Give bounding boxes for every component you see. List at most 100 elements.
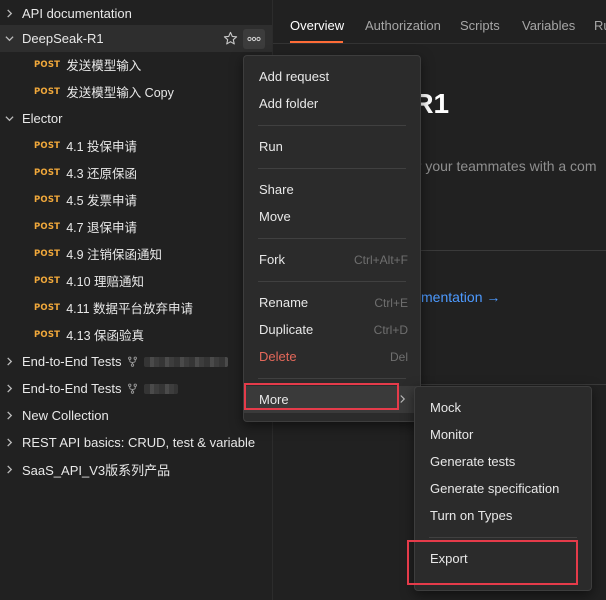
chevron-right-icon[interactable]	[4, 9, 14, 19]
menu-item-label: Generate tests	[430, 454, 516, 469]
menu-item-label: Rename	[259, 295, 309, 310]
collection-api-documentation[interactable]: API documentation	[0, 0, 272, 27]
collection-rest-api-basics[interactable]: REST API basics: CRUD, test & variable	[0, 429, 272, 456]
method-badge: POST	[34, 302, 61, 313]
chevron-right-icon[interactable]	[4, 465, 14, 475]
collection-end-to-end-tests[interactable]: End-to-End Tests	[0, 375, 272, 402]
chevron-right-icon[interactable]	[4, 438, 14, 448]
menu-separator	[258, 378, 406, 379]
menu-item-run[interactable]: Run	[244, 133, 420, 160]
collection-label: New Collection	[22, 408, 109, 423]
menu-separator	[258, 281, 406, 282]
submenu-item-export[interactable]: Export	[415, 545, 591, 572]
request-item[interactable]: POST 发送模型输入 Copy	[0, 78, 272, 105]
menu-separator	[258, 168, 406, 169]
menu-item-label: Turn on Types	[430, 508, 513, 523]
menu-item-more[interactable]: More	[244, 386, 420, 413]
menu-separator	[258, 125, 406, 126]
menu-separator	[429, 537, 577, 538]
collection-label: API documentation	[22, 6, 132, 21]
tab-variables[interactable]: Variables	[522, 18, 575, 33]
menu-item-duplicate[interactable]: Duplicate Ctrl+D	[244, 316, 420, 343]
tab-runs[interactable]: Ru	[594, 18, 606, 33]
request-item[interactable]: POST 4.13 保函验真	[0, 321, 272, 348]
request-item[interactable]: POST 4.7 退保申请	[0, 213, 272, 240]
shortcut-hint: Ctrl+Alt+F	[353, 252, 408, 267]
menu-item-label: More	[259, 392, 289, 407]
menu-item-add-request[interactable]: Add request	[244, 63, 420, 90]
redacted-text	[144, 383, 179, 394]
collection-label: REST API basics: CRUD, test & variable	[22, 435, 256, 450]
request-item[interactable]: POST 4.3 还原保函	[0, 159, 272, 186]
request-item[interactable]: POST 4.1 投保申请	[0, 132, 272, 159]
menu-separator	[258, 238, 406, 239]
fork-icon	[127, 356, 138, 367]
request-label: 4.1 投保申请	[66, 140, 138, 154]
shortcut-hint: Ctrl+E	[374, 295, 408, 310]
ellipsis-icon	[247, 36, 261, 42]
collection-label: End-to-End Tests	[22, 381, 122, 396]
submenu-item-generate-specification[interactable]: Generate specification	[415, 475, 591, 502]
method-badge: POST	[34, 194, 61, 205]
menu-item-share[interactable]: Share	[244, 176, 420, 203]
menu-item-move[interactable]: Move	[244, 203, 420, 230]
menu-item-label: Run	[259, 139, 283, 154]
menu-item-label: Export	[430, 551, 468, 566]
menu-item-label: Share	[259, 182, 294, 197]
collection-new-collection[interactable]: New Collection	[0, 402, 272, 429]
active-tab-indicator	[290, 41, 343, 43]
tab-authorization[interactable]: Authorization	[365, 18, 441, 33]
request-label: 4.11 数据平台放弃申请	[66, 302, 194, 316]
folder-elector[interactable]: Elector	[0, 105, 272, 132]
star-icon[interactable]	[223, 31, 238, 49]
chevron-right-icon[interactable]	[4, 411, 14, 421]
request-label: 4.7 退保申请	[66, 221, 138, 235]
shortcut-hint: Del	[389, 349, 408, 364]
chevron-down-icon[interactable]	[4, 114, 14, 124]
tab-scripts[interactable]: Scripts	[460, 18, 500, 33]
submenu-item-turn-on-types[interactable]: Turn on Types	[415, 502, 591, 529]
menu-item-label: Delete	[259, 349, 297, 364]
method-badge: POST	[34, 86, 61, 97]
request-item[interactable]: POST 发送模型输入	[0, 51, 272, 78]
submenu-item-generate-tests[interactable]: Generate tests	[415, 448, 591, 475]
submenu-item-monitor[interactable]: Monitor	[415, 421, 591, 448]
menu-item-label: Add request	[259, 69, 330, 84]
chevron-right-icon[interactable]	[4, 357, 14, 367]
collection-label: End-to-End Tests	[22, 354, 122, 369]
request-item[interactable]: POST 4.9 注销保函通知	[0, 240, 272, 267]
redacted-text	[144, 356, 229, 367]
request-item[interactable]: POST 4.5 发票申请	[0, 186, 272, 213]
request-label: 4.9 注销保函通知	[66, 248, 163, 262]
menu-item-delete[interactable]: Delete Del	[244, 343, 420, 370]
collection-description[interactable]: or your teammates with a com	[409, 158, 597, 174]
method-badge: POST	[34, 275, 61, 286]
request-label: 发送模型输入 Copy	[66, 86, 174, 100]
collection-label: SaaS_API_V3版系列产品	[22, 463, 171, 478]
collection-deepseak-r1[interactable]: DeepSeak-R1	[0, 25, 272, 52]
menu-item-label: Mock	[430, 400, 462, 415]
menu-item-add-folder[interactable]: Add folder	[244, 90, 420, 117]
chevron-down-icon[interactable]	[4, 34, 14, 44]
request-item[interactable]: POST 4.11 数据平台放弃申请	[0, 294, 272, 321]
submenu-item-mock[interactable]: Mock	[415, 394, 591, 421]
fork-icon	[127, 383, 138, 394]
method-badge: POST	[34, 329, 61, 340]
tab-overview[interactable]: Overview	[290, 18, 344, 33]
documentation-link[interactable]: mentation →	[421, 289, 500, 305]
menu-item-label: Generate specification	[430, 481, 560, 496]
menu-item-fork[interactable]: Fork Ctrl+Alt+F	[244, 246, 420, 273]
method-badge: POST	[34, 248, 61, 259]
method-badge: POST	[34, 221, 61, 232]
collection-end-to-end-tests[interactable]: End-to-End Tests	[0, 348, 272, 375]
more-actions-button[interactable]	[243, 29, 265, 49]
menu-item-label: Monitor	[430, 427, 474, 442]
chevron-right-icon[interactable]	[4, 384, 14, 394]
method-badge: POST	[34, 167, 61, 178]
collection-saas-api-v3[interactable]: SaaS_API_V3版系列产品	[0, 456, 272, 483]
collection-context-menu: Add request Add folder Run Share Move Fo…	[243, 55, 421, 422]
request-item[interactable]: POST 4.10 理赔通知	[0, 267, 272, 294]
menu-item-rename[interactable]: Rename Ctrl+E	[244, 289, 420, 316]
more-submenu: Mock Monitor Generate tests Generate spe…	[414, 386, 592, 591]
request-label: 4.3 还原保函	[66, 167, 138, 181]
